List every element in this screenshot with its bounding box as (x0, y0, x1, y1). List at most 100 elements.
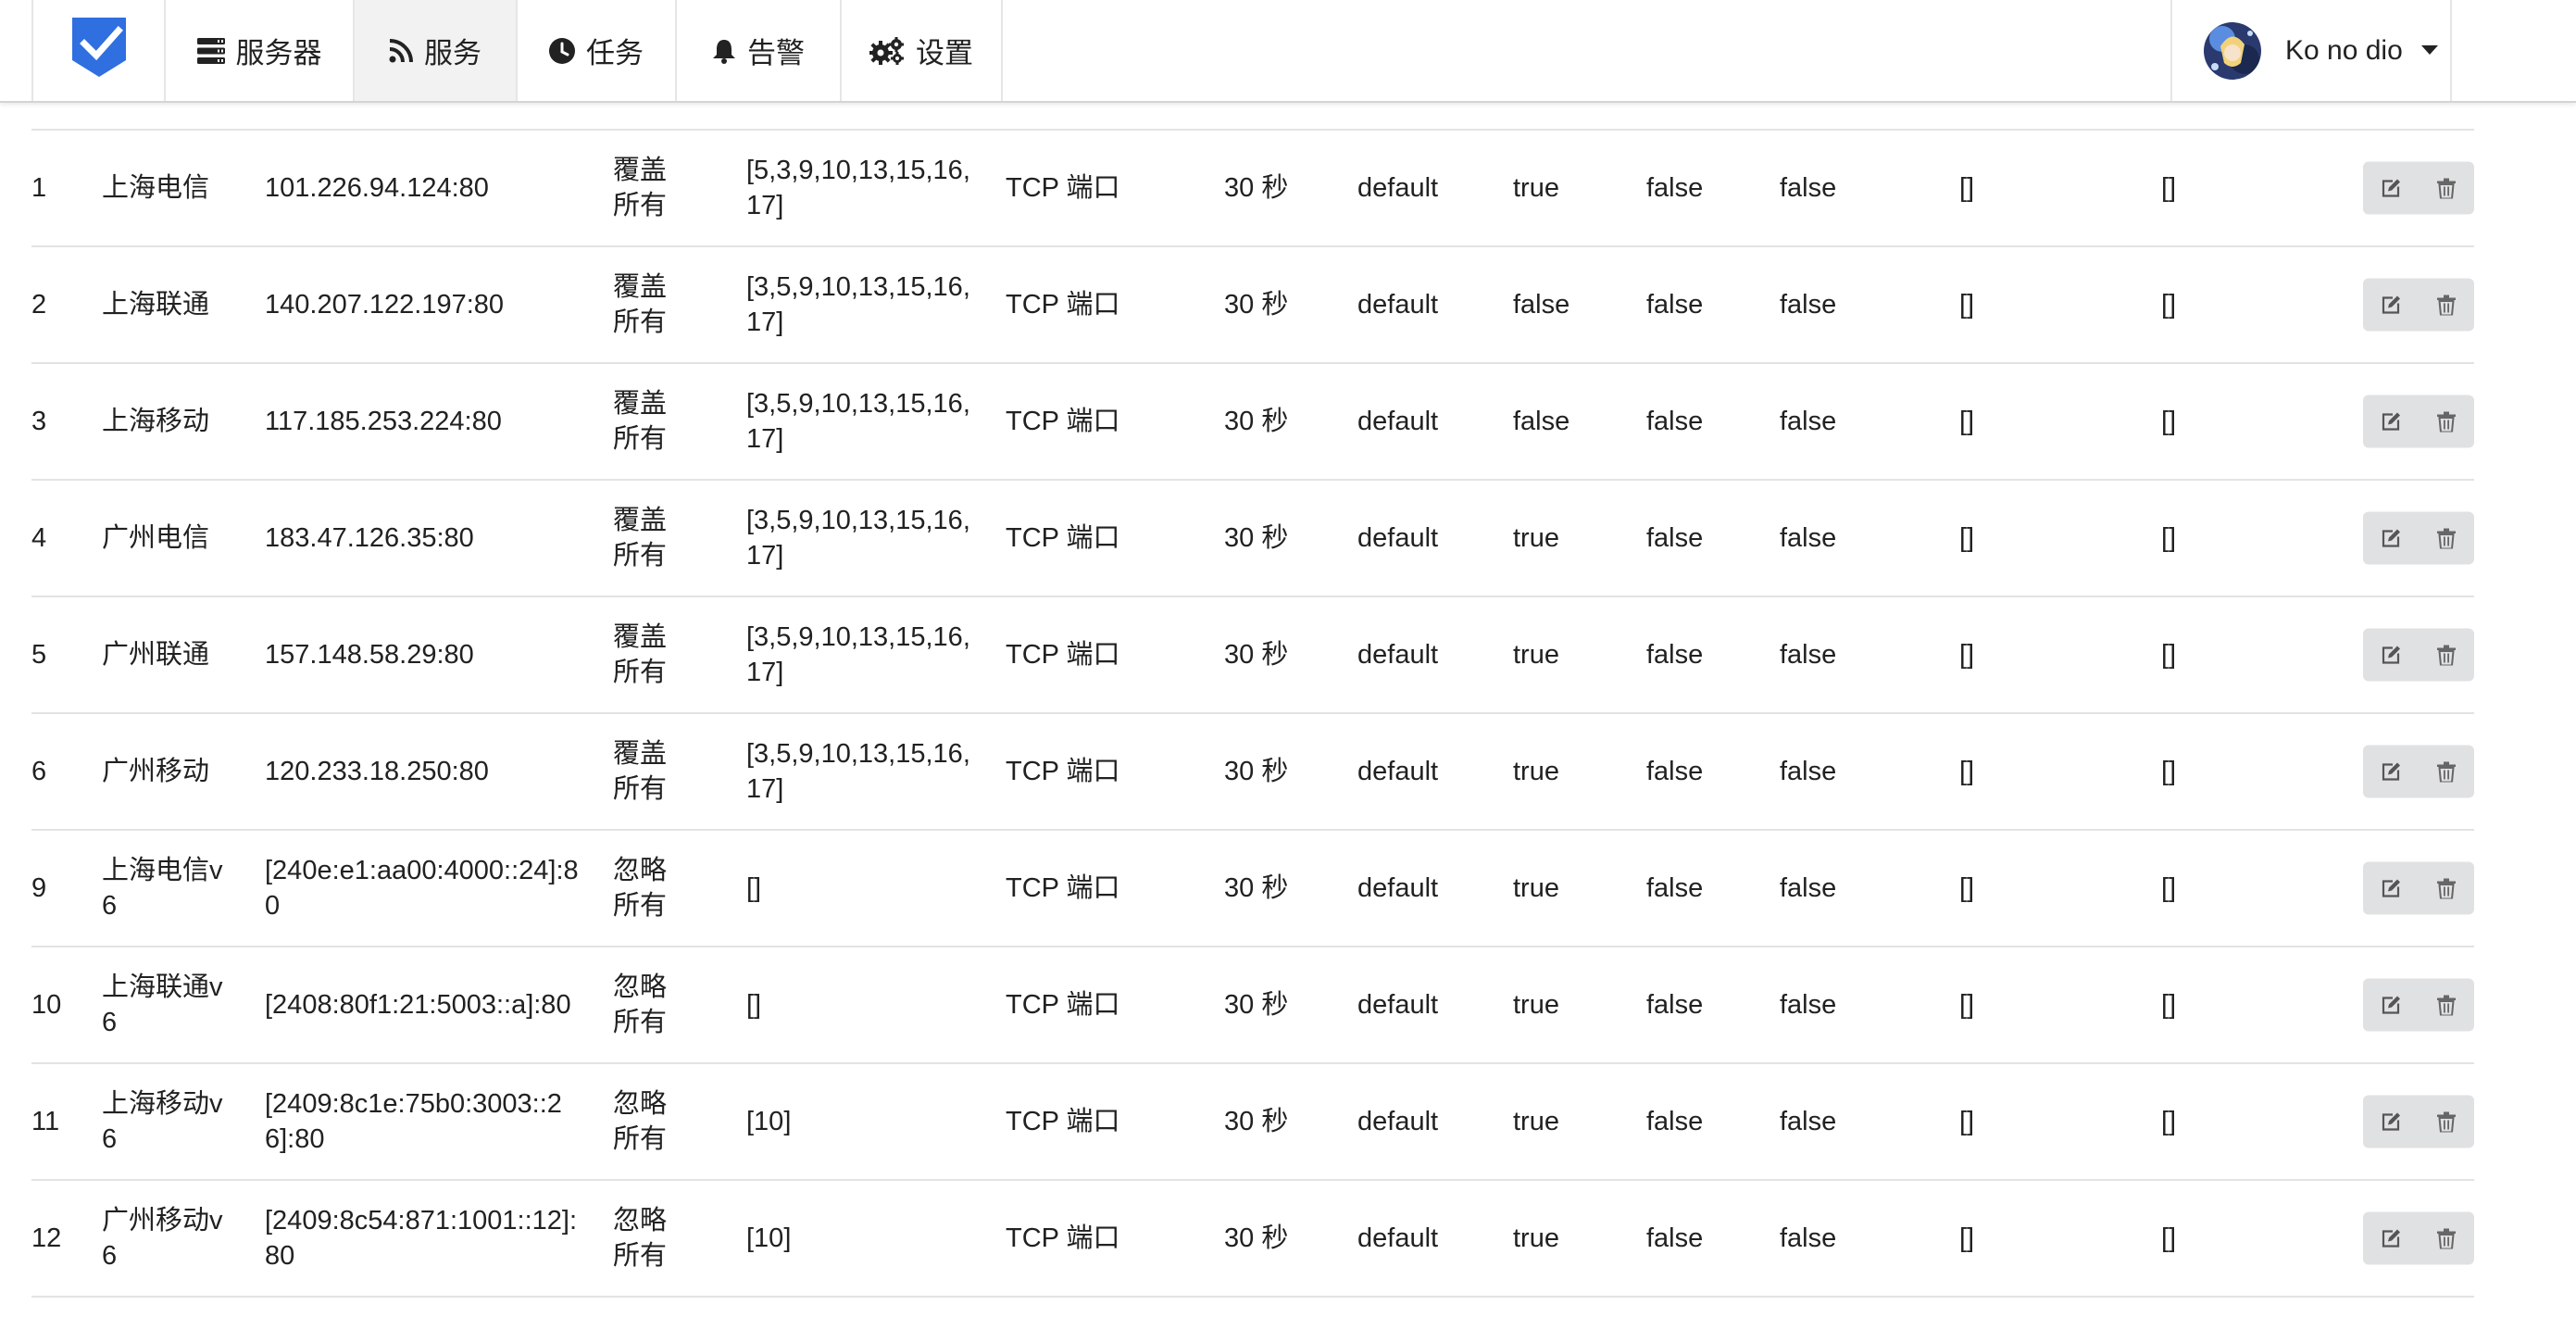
row-actions (2363, 861, 2474, 915)
service-target: 183.47.126.35:80 (265, 523, 474, 553)
service-duration: 30 秒 (1224, 757, 1289, 786)
edit-icon (2382, 1229, 2400, 1248)
service-target: 140.207.122.197:80 (265, 290, 505, 320)
trash-icon (2437, 761, 2456, 782)
table-row: 1 上海电信 101.226.94.124:80 覆盖所有 [5,3,9,10,… (31, 131, 2474, 247)
table-row: 12 广州移动v6 [2409:8c54:871:1001::12]:80 忽略… (31, 1181, 2474, 1298)
delete-button[interactable] (2419, 861, 2474, 915)
edit-button[interactable] (2363, 628, 2419, 682)
nav-label-servers: 服务器 (235, 37, 322, 69)
delete-button[interactable] (2419, 395, 2474, 448)
service-duration: 30 秒 (1224, 1107, 1289, 1136)
delete-button[interactable] (2419, 628, 2474, 682)
edit-button[interactable] (2363, 161, 2419, 215)
service-servers: [3,5,9,10,13,15,16,17] (746, 739, 970, 804)
table-row: 4 广州电信 183.47.126.35:80 覆盖所有 [3,5,9,10,1… (31, 481, 2474, 597)
nav-item-tasks[interactable]: 任务 (518, 0, 677, 101)
edit-icon (2382, 762, 2400, 781)
service-type: TCP 端口 (1006, 290, 1120, 320)
service-hidden: false (1780, 873, 1837, 903)
table-top-edge (31, 101, 2474, 131)
delete-button[interactable] (2419, 278, 2474, 332)
service-hidden: false (1780, 173, 1837, 203)
service-name: 上海联通 (102, 290, 210, 320)
edit-button[interactable] (2363, 278, 2419, 332)
delete-button[interactable] (2419, 978, 2474, 1032)
service-notify: true (1513, 523, 1559, 553)
nav-label-tasks: 任务 (586, 37, 644, 69)
service-recover-tasks: [] (2161, 757, 2177, 786)
service-fail-tasks: [] (1959, 873, 1975, 903)
service-hidden: false (1780, 1107, 1837, 1136)
edit-button[interactable] (2363, 395, 2419, 448)
edit-button[interactable] (2363, 861, 2419, 915)
service-id: 9 (31, 873, 47, 903)
row-actions (2363, 278, 2474, 332)
service-target: [240e:e1:aa00:4000::24]:80 (265, 856, 579, 921)
service-name: 广州移动v6 (102, 1206, 223, 1271)
service-name: 上海联通v6 (102, 972, 223, 1037)
service-target: 157.148.58.29:80 (265, 640, 474, 670)
service-cover: 忽略所有 (613, 1089, 668, 1154)
service-servers: [10] (746, 1107, 792, 1136)
trash-icon (2437, 411, 2456, 432)
service-recover-tasks: [] (2161, 1223, 2177, 1253)
service-cover: 覆盖所有 (613, 506, 668, 571)
edit-button[interactable] (2363, 1211, 2419, 1265)
service-cover: 覆盖所有 (613, 156, 668, 220)
edit-icon (2382, 412, 2400, 431)
chevron-down-icon (2420, 45, 2438, 56)
nav-item-servers[interactable]: 服务器 (166, 0, 355, 101)
service-cost-enabled: false (1646, 990, 1704, 1020)
trash-icon (2437, 528, 2456, 548)
service-id: 11 (31, 1107, 60, 1136)
delete-button[interactable] (2419, 161, 2474, 215)
service-type: TCP 端口 (1006, 757, 1120, 786)
service-notify: true (1513, 990, 1559, 1020)
service-target: [2409:8c1e:75b0:3003::26]:80 (265, 1089, 562, 1154)
nav-item-services[interactable]: 服务 (355, 0, 518, 101)
service-notification-group: default (1357, 873, 1439, 903)
service-notification-group: default (1357, 990, 1439, 1020)
edit-button[interactable] (2363, 978, 2419, 1032)
service-cost-enabled: false (1646, 1223, 1704, 1253)
delete-button[interactable] (2419, 1211, 2474, 1265)
service-name: 广州联通 (102, 640, 210, 670)
service-recover-tasks: [] (2161, 640, 2177, 670)
service-fail-tasks: [] (1959, 1107, 1975, 1136)
app-logo[interactable] (31, 0, 166, 101)
table-row: 9 上海电信v6 [240e:e1:aa00:4000::24]:80 忽略所有… (31, 831, 2474, 947)
service-servers: [3,5,9,10,13,15,16,17] (746, 622, 970, 687)
nav-item-alerts[interactable]: 告警 (677, 0, 842, 101)
service-servers: [3,5,9,10,13,15,16,17] (746, 272, 970, 337)
trash-icon (2437, 295, 2456, 315)
trash-icon (2437, 995, 2456, 1015)
delete-button[interactable] (2419, 511, 2474, 565)
row-actions (2363, 745, 2474, 798)
edit-button[interactable] (2363, 511, 2419, 565)
service-type: TCP 端口 (1006, 523, 1120, 553)
service-duration: 30 秒 (1224, 873, 1289, 903)
table-row: 2 上海联通 140.207.122.197:80 覆盖所有 [3,5,9,10… (31, 247, 2474, 364)
service-fail-tasks: [] (1959, 990, 1975, 1020)
service-notify: false (1513, 290, 1570, 320)
edit-button[interactable] (2363, 745, 2419, 798)
delete-button[interactable] (2419, 745, 2474, 798)
service-notify: true (1513, 640, 1559, 670)
trash-icon (2437, 1228, 2456, 1248)
delete-button[interactable] (2419, 1095, 2474, 1148)
nav-item-settings[interactable]: 设置 (842, 0, 1003, 101)
service-notification-group: default (1357, 640, 1439, 670)
service-servers: [3,5,9,10,13,15,16,17] (746, 389, 970, 454)
service-cover: 忽略所有 (613, 1206, 668, 1271)
service-cover: 忽略所有 (613, 972, 668, 1037)
edit-icon (2382, 295, 2400, 314)
service-cover: 覆盖所有 (613, 739, 668, 804)
service-hidden: false (1780, 290, 1837, 320)
edit-button[interactable] (2363, 1095, 2419, 1148)
service-type: TCP 端口 (1006, 173, 1120, 203)
row-actions (2363, 1095, 2474, 1148)
edit-icon (2382, 1112, 2400, 1131)
service-servers: [] (746, 873, 762, 903)
user-menu[interactable]: Ko no dio (2170, 0, 2452, 101)
